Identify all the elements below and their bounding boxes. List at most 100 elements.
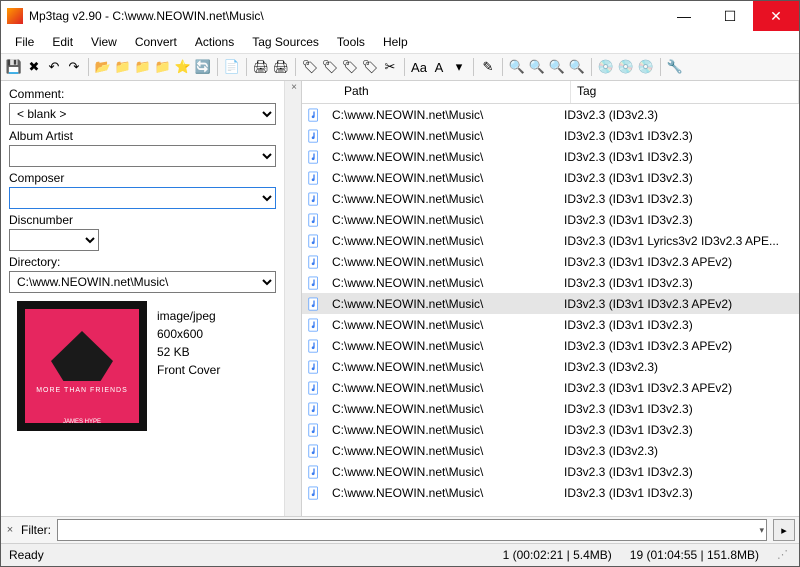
cover-size: 52 KB [157,343,220,361]
source-2-icon[interactable]: 🔍 [528,58,546,76]
panel-close-icon[interactable]: × [287,81,301,95]
cell-tag: ID3v2.3 (ID3v2.3) [558,108,799,122]
column-path[interactable]: Path [338,81,571,103]
menu-bar: FileEditViewConvertActionsTag SourcesToo… [1,31,799,54]
panel-scrollbar[interactable] [284,81,301,516]
list-header[interactable]: Path Tag [302,81,799,104]
copy-tag-2-icon[interactable]: 🏷 [321,58,339,76]
table-row[interactable]: C:\www.NEOWIN.net\Music\ID3v2.3 (ID3v1 I… [302,146,799,167]
menu-tag-sources[interactable]: Tag Sources [244,33,327,51]
undo-icon[interactable]: ↶ [45,58,63,76]
folder-open-icon[interactable]: 📂 [94,58,112,76]
actions-2-icon[interactable]: A [430,58,448,76]
cell-tag: ID3v2.3 (ID3v1 ID3v2.3) [558,192,799,206]
table-row[interactable]: C:\www.NEOWIN.net\Music\ID3v2.3 (ID3v1 I… [302,419,799,440]
cell-path: C:\www.NEOWIN.net\Music\ [326,150,558,164]
table-row[interactable]: C:\www.NEOWIN.net\Music\ID3v2.3 (ID3v1 I… [302,314,799,335]
music-file-icon [302,402,326,416]
menu-edit[interactable]: Edit [44,33,81,51]
delete-icon[interactable]: ✖ [25,58,43,76]
album-artist-field[interactable] [9,145,276,167]
table-row[interactable]: C:\www.NEOWIN.net\Music\ID3v2.3 (ID3v2.3… [302,356,799,377]
window-title: Mp3tag v2.90 - C:\www.NEOWIN.net\Music\ [29,9,661,23]
status-total: 19 (01:04:55 | 151.8MB) [630,548,759,562]
actions-1-icon[interactable]: Aa [410,58,428,76]
table-row[interactable]: C:\www.NEOWIN.net\Music\ID3v2.3 (ID3v1 I… [302,461,799,482]
edit-icon[interactable]: ✎ [479,58,497,76]
discnumber-label: Discnumber [9,213,276,227]
source-1-icon[interactable]: 🔍 [508,58,526,76]
minimize-button[interactable]: — [661,1,707,31]
cut-tag-icon[interactable]: ✂ [381,58,399,76]
dd-icon[interactable]: ▾ [450,58,468,76]
settings-icon[interactable]: 🔧 [666,58,684,76]
save-icon[interactable]: 💾 [5,58,23,76]
disc-2-icon[interactable]: 💿 [617,58,635,76]
source-4-icon[interactable]: 🔍 [568,58,586,76]
composer-field[interactable] [9,187,276,209]
disc-1-icon[interactable]: 💿 [597,58,615,76]
cover-mime: image/jpeg [157,307,220,325]
cell-tag: ID3v2.3 (ID3v1 ID3v2.3) [558,276,799,290]
album-art[interactable]: MORE THAN FRIENDS JAMES HYPE [17,301,147,431]
table-row[interactable]: C:\www.NEOWIN.net\Music\ID3v2.3 (ID3v1 I… [302,251,799,272]
discnumber-field[interactable] [9,229,99,251]
redo-icon[interactable]: ↷ [65,58,83,76]
list-icon[interactable]: 📄 [223,58,241,76]
directory-field[interactable]: C:\www.NEOWIN.net\Music\ [9,271,276,293]
table-row[interactable]: C:\www.NEOWIN.net\Music\ID3v2.3 (ID3v1 I… [302,377,799,398]
music-file-icon [302,192,326,206]
music-file-icon [302,234,326,248]
cell-tag: ID3v2.3 (ID3v1 ID3v2.3) [558,486,799,500]
filter-input[interactable]: ▾ [57,519,767,541]
menu-help[interactable]: Help [375,33,416,51]
cell-tag: ID3v2.3 (ID3v2.3) [558,444,799,458]
filter-clear-icon[interactable]: × [5,524,15,536]
cell-path: C:\www.NEOWIN.net\Music\ [326,108,558,122]
cell-tag: ID3v2.3 (ID3v1 ID3v2.3 APEv2) [558,381,799,395]
table-row[interactable]: C:\www.NEOWIN.net\Music\ID3v2.3 (ID3v1 I… [302,272,799,293]
menu-tools[interactable]: Tools [329,33,373,51]
status-bar: Ready 1 (00:02:21 | 5.4MB) 19 (01:04:55 … [1,543,799,566]
filter-go-button[interactable]: ▸ [773,519,795,541]
copy-tag-4-icon[interactable]: 🏷 [361,58,379,76]
menu-convert[interactable]: Convert [127,33,185,51]
cell-path: C:\www.NEOWIN.net\Music\ [326,297,558,311]
table-row[interactable]: C:\www.NEOWIN.net\Music\ID3v2.3 (ID3v2.3… [302,104,799,125]
menu-view[interactable]: View [83,33,125,51]
copy-tag-1-icon[interactable]: 🏷 [301,58,319,76]
source-3-icon[interactable]: 🔍 [548,58,566,76]
cell-path: C:\www.NEOWIN.net\Music\ [326,276,558,290]
table-row[interactable]: C:\www.NEOWIN.net\Music\ID3v2.3 (ID3v1 I… [302,188,799,209]
folder-add-icon[interactable]: 📁 [114,58,132,76]
menu-file[interactable]: File [7,33,42,51]
cell-path: C:\www.NEOWIN.net\Music\ [326,192,558,206]
cell-path: C:\www.NEOWIN.net\Music\ [326,255,558,269]
table-row[interactable]: C:\www.NEOWIN.net\Music\ID3v2.3 (ID3v1 I… [302,335,799,356]
star-icon[interactable]: ⭐ [174,58,192,76]
table-row[interactable]: C:\www.NEOWIN.net\Music\ID3v2.3 (ID3v1 I… [302,167,799,188]
table-row[interactable]: C:\www.NEOWIN.net\Music\ID3v2.3 (ID3v1 I… [302,482,799,503]
table-row[interactable]: C:\www.NEOWIN.net\Music\ID3v2.3 (ID3v1 I… [302,209,799,230]
table-row[interactable]: C:\www.NEOWIN.net\Music\ID3v2.3 (ID3v1 I… [302,293,799,314]
app-icon [7,8,23,24]
close-button[interactable]: ✕ [753,1,799,31]
table-row[interactable]: C:\www.NEOWIN.net\Music\ID3v2.3 (ID3v1 I… [302,125,799,146]
chevron-down-icon[interactable]: ▾ [759,525,764,536]
disc-3-icon[interactable]: 💿 [637,58,655,76]
table-row[interactable]: C:\www.NEOWIN.net\Music\ID3v2.3 (ID3v1 L… [302,230,799,251]
folder-fav-icon[interactable]: 📁 [154,58,172,76]
folder-up-icon[interactable]: 📁 [134,58,152,76]
table-row[interactable]: C:\www.NEOWIN.net\Music\ID3v2.3 (ID3v2.3… [302,440,799,461]
comment-field[interactable]: < blank > [9,103,276,125]
refresh-icon[interactable]: 🔄 [194,58,212,76]
print-all-icon[interactable]: 🖨 [272,58,290,76]
column-tag[interactable]: Tag [571,81,799,103]
album-art-artist: JAMES HYPE [17,419,147,425]
menu-actions[interactable]: Actions [187,33,242,51]
table-row[interactable]: C:\www.NEOWIN.net\Music\ID3v2.3 (ID3v1 I… [302,398,799,419]
resize-grip-icon[interactable]: ⋰ [777,548,791,562]
copy-tag-3-icon[interactable]: 🏷 [341,58,359,76]
print-icon[interactable]: 🖨 [252,58,270,76]
maximize-button[interactable]: ☐ [707,1,753,31]
